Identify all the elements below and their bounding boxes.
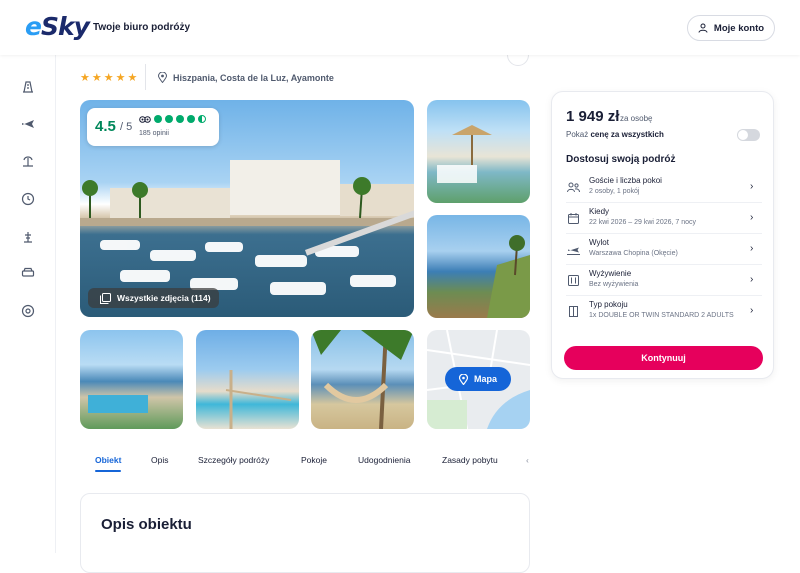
top-bar: eSky Twoje biuro podróży Moje konto (0, 0, 800, 55)
tripadvisor-icon (139, 116, 151, 123)
option-value: Bez wyżywienia (589, 281, 639, 288)
price-suffix: za osobę (620, 114, 653, 123)
guests-icon (566, 180, 580, 194)
show-total-bold: cenę za wszystkich (590, 130, 664, 139)
rating-max: / 5 (120, 121, 133, 133)
tripadvisor-rating (139, 115, 206, 123)
active-tab-indicator (95, 470, 121, 472)
chevron-right-icon: › (750, 243, 754, 254)
option-dates[interactable]: Kiedy 22 kwi 2026 – 29 kwi 2026, 7 nocy … (552, 205, 775, 236)
vacation-icon[interactable] (20, 153, 36, 169)
last-minute-icon[interactable] (20, 191, 36, 207)
divider (145, 64, 146, 90)
option-label: Kiedy (589, 207, 610, 216)
tab-more-partial[interactable]: ‹ (526, 455, 529, 465)
hotel-icon[interactable] (20, 78, 36, 94)
gallery-icon (100, 292, 111, 304)
meal-icon (566, 273, 580, 287)
rating-dot-half (198, 115, 206, 123)
photo-pool-deck[interactable] (196, 330, 299, 429)
photo-coast[interactable] (427, 215, 530, 318)
all-photos-label: Wszystkie zdjęcia (114) (117, 293, 211, 303)
hammock-illustration (311, 330, 414, 429)
calendar-icon (566, 211, 580, 225)
divider (566, 233, 762, 234)
option-room-type[interactable]: Typ pokoju 1x DOUBLE OR TWIN STANDARD 2 … (552, 298, 775, 329)
photo-pool-sea[interactable] (80, 330, 183, 429)
photo-pool-umbrellas[interactable] (427, 100, 530, 203)
show-total-prefix: Pokaż (566, 130, 589, 139)
tab-obiekt[interactable]: Obiekt (95, 455, 121, 465)
deck-illustration (225, 370, 292, 429)
divider (566, 264, 762, 265)
photo-hammock[interactable] (311, 330, 414, 429)
map-label: Mapa (473, 374, 497, 384)
location-pin-icon (158, 72, 167, 83)
option-label: Typ pokoju (589, 300, 628, 309)
rating-dot (187, 115, 195, 123)
room-icon (566, 304, 580, 318)
option-value: 1x DOUBLE OR TWIN STANDARD 2 ADULTS (589, 312, 734, 319)
support-icon[interactable] (20, 303, 36, 319)
tab-szczegoly[interactable]: Szczegóły podróży (198, 455, 269, 465)
tagline: Twoje biuro podróży (93, 22, 191, 33)
map-pin-icon (458, 373, 468, 385)
pool-illustration (88, 395, 148, 413)
option-value: Warszawa Chopina (Okęcie) (589, 250, 678, 257)
beach-icon[interactable] (20, 228, 36, 244)
map-button[interactable]: Mapa (445, 367, 511, 391)
car-icon[interactable] (20, 265, 36, 281)
rating-dot (165, 115, 173, 123)
coast-illustration (487, 235, 530, 318)
divider (566, 202, 762, 203)
chevron-right-icon: › (750, 212, 754, 223)
location-text: Hiszpania, Costa de la Luz, Ayamonte (173, 72, 334, 83)
departure-icon (566, 242, 580, 256)
continue-button[interactable]: Kontynuuj (564, 346, 763, 370)
price: 1 949 zł (566, 108, 620, 125)
rating-dot (176, 115, 184, 123)
account-label: Moje konto (713, 22, 765, 34)
hotel-location[interactable]: Hiszpania, Costa de la Luz, Ayamonte (158, 72, 334, 83)
total-price-toggle[interactable] (737, 129, 760, 141)
description-card: Opis obiektu (80, 493, 530, 573)
umbrella-illustration (437, 125, 492, 183)
divider (566, 295, 762, 296)
option-departure[interactable]: Wylot Warszawa Chopina (Okęcie) › (552, 236, 775, 267)
show-total-text: Pokaż cenę za wszystkich (566, 130, 664, 139)
tab-pokoje[interactable]: Pokoje (301, 455, 327, 465)
rating-dot (154, 115, 162, 123)
tab-zasady[interactable]: Zasady pobytu (442, 455, 498, 465)
user-icon (698, 23, 708, 33)
chevron-right-icon: › (750, 274, 754, 285)
account-button[interactable]: Moje konto (687, 15, 775, 41)
sidebar (0, 55, 56, 553)
chevron-right-icon: › (750, 305, 754, 316)
hotel-stars: ★★★★★ (80, 72, 140, 84)
option-label: Wyżywienie (589, 269, 632, 278)
chevron-right-icon: › (750, 181, 754, 192)
flight-icon[interactable] (20, 116, 36, 132)
esky-logo[interactable]: eSky (25, 12, 90, 41)
option-label: Wylot (589, 238, 609, 247)
booking-panel: 1 949 zł za osobę Pokaż cenę za wszystki… (551, 91, 774, 379)
option-value: 2 osoby, 1 pokój (589, 188, 640, 195)
all-photos-button[interactable]: Wszystkie zdjęcia (114) (88, 288, 219, 308)
section-tabs: Obiekt Opis Szczegóły podróży Pokoje Udo… (80, 455, 530, 475)
rating-score: 4.5 (95, 118, 116, 135)
option-guests[interactable]: Goście i liczba pokoi 2 osoby, 1 pokój › (552, 174, 775, 205)
option-value: 22 kwi 2026 – 29 kwi 2026, 7 nocy (589, 219, 697, 226)
option-label: Goście i liczba pokoi (589, 176, 662, 185)
rating-count: 185 opinii (139, 130, 169, 137)
description-title: Opis obiektu (101, 516, 192, 533)
option-meals[interactable]: Wyżywienie Bez wyżywienia › (552, 267, 775, 298)
tab-opis[interactable]: Opis (151, 455, 168, 465)
tab-udogodnienia[interactable]: Udogodnienia (358, 455, 410, 465)
customize-title: Dostosuj swoją podróż (566, 154, 676, 165)
rating-card[interactable]: 4.5 / 5 185 opinii (87, 108, 219, 146)
